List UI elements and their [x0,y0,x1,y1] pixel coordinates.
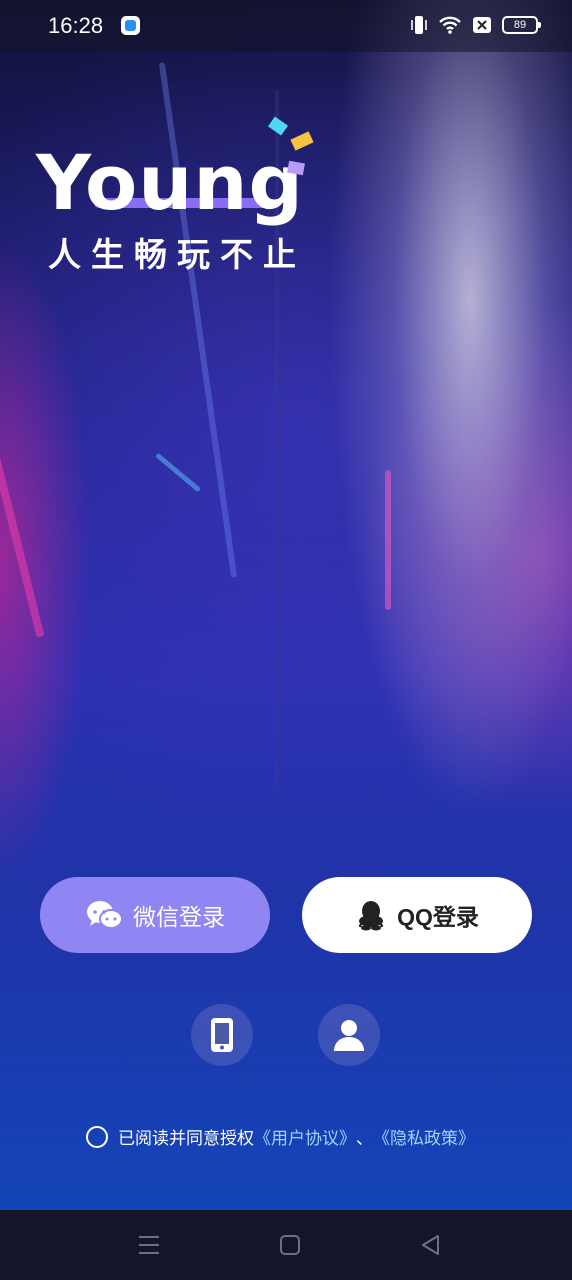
confetti-icon [268,116,288,136]
wechat-login-label: 微信登录 [133,904,225,930]
background-streak [154,452,202,493]
qq-icon [358,901,384,931]
menu-icon[interactable] [136,1232,162,1258]
phone-icon [211,1018,233,1052]
account-login-button[interactable] [318,1004,380,1066]
status-icons: 89 [410,14,541,36]
home-icon[interactable] [277,1232,303,1258]
agreement-prefix: 已阅读并同意授权 [118,1129,254,1148]
wechat-login-button[interactable]: 微信登录 [40,877,270,953]
app-logo: Young 人生畅玩不止 [36,116,326,280]
logo-wordmark: Young [36,138,304,227]
app-slogan: 人生畅玩不止 [48,235,306,274]
agreement-checkbox[interactable] [86,1125,108,1148]
wechat-icon [87,901,123,929]
back-icon[interactable] [418,1232,444,1258]
status-time: 16:28 [48,13,104,38]
vibrate-icon [411,16,427,34]
wifi-icon [439,16,461,34]
system-nav-bar [0,1210,572,1280]
background-streak [385,470,391,610]
agreement-separator: 、 [356,1129,373,1148]
app-icon [121,16,140,35]
phone-login-button[interactable] [191,1004,253,1066]
login-screen: 16:28 89 Young 人生畅玩不止 微信登录 QQ登录 已阅读并同意授权… [0,0,572,1210]
qq-login-button[interactable]: QQ登录 [302,877,532,953]
no-sim-icon [473,17,491,33]
status-bar: 16:28 89 [0,0,572,52]
qq-login-label: QQ登录 [397,904,479,930]
battery-icon: 89 [502,16,541,34]
agreement-row: 已阅读并同意授权 《用户协议》 、 《隐私政策》 [86,1124,475,1149]
background-streak [0,422,45,638]
user-agreement-link[interactable]: 《用户协议》 [254,1124,356,1149]
battery-level: 89 [513,19,527,31]
user-icon [334,1020,364,1051]
privacy-policy-link[interactable]: 《隐私政策》 [373,1124,475,1149]
confetti-icon [287,160,305,176]
